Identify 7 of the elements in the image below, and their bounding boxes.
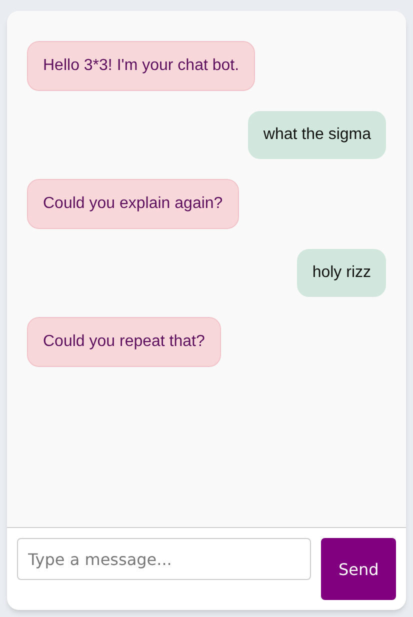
message-text: Hello 3*3! I'm your chat bot.	[43, 56, 240, 76]
message-input[interactable]: Type a message...	[17, 538, 312, 580]
message-text: Could you explain again?	[43, 194, 223, 214]
message-text: what the sigma	[263, 125, 371, 145]
send-button[interactable]: Send	[321, 538, 396, 600]
message-text: holy rizz	[312, 263, 371, 283]
message-text: Could you repeat that?	[43, 332, 205, 352]
